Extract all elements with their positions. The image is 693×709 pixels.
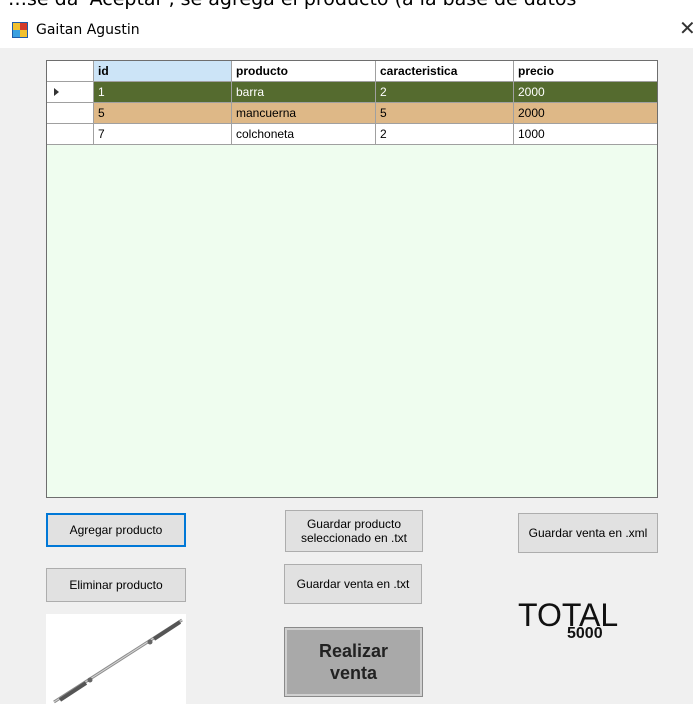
make-sale-label-line2: venta — [329, 663, 378, 683]
cell-producto[interactable]: colchoneta — [232, 124, 376, 144]
make-sale-button[interactable]: Realizar venta — [284, 627, 423, 697]
table-row[interactable]: 1 barra 2 2000 — [47, 82, 657, 103]
table-row[interactable]: 5 mancuerna 5 2000 — [47, 103, 657, 124]
cell-producto[interactable]: barra — [232, 82, 376, 102]
barbell-image — [46, 614, 186, 704]
row-header[interactable] — [47, 124, 94, 144]
cell-caracteristica[interactable]: 2 — [376, 82, 514, 102]
row-pointer-icon — [54, 88, 59, 96]
window-title: Gaitan Agustin — [36, 22, 140, 38]
save-sale-xml-button[interactable]: Guardar venta en .xml — [518, 513, 658, 553]
save-selected-product-txt-button[interactable]: Guardar producto seleccionado en .txt — [285, 510, 423, 552]
close-icon[interactable]: ✕ — [679, 16, 693, 42]
title-bar: Gaitan Agustin ✕ — [0, 12, 693, 48]
table-row[interactable]: 7 colchoneta 2 1000 — [47, 124, 657, 145]
delete-product-button[interactable]: Eliminar producto — [46, 568, 186, 602]
app-icon — [12, 22, 28, 38]
row-header-corner — [47, 61, 94, 81]
save-selected-label-line2: seleccionado en .txt — [300, 531, 408, 545]
column-header-caracteristica[interactable]: caracteristica — [376, 61, 514, 81]
cell-id[interactable]: 5 — [94, 103, 232, 123]
total-value: 5000 — [567, 625, 603, 642]
row-header[interactable] — [47, 103, 94, 123]
cell-caracteristica[interactable]: 2 — [376, 124, 514, 144]
background-text-fragment: …se da 'Aceptar', se agrega el producto … — [0, 0, 693, 12]
cell-id[interactable]: 7 — [94, 124, 232, 144]
grid-header: id producto caracteristica precio — [47, 61, 657, 82]
save-selected-label-line1: Guardar producto — [306, 517, 402, 531]
cell-precio[interactable]: 2000 — [514, 103, 657, 123]
cell-id[interactable]: 1 — [94, 82, 232, 102]
products-grid[interactable]: id producto caracteristica precio 1 barr… — [46, 60, 658, 498]
make-sale-label-line1: Realizar — [318, 641, 389, 661]
add-product-button[interactable]: Agregar producto — [46, 513, 186, 547]
form-client-area: id producto caracteristica precio 1 barr… — [0, 48, 693, 704]
column-header-precio[interactable]: precio — [514, 61, 657, 81]
cell-caracteristica[interactable]: 5 — [376, 103, 514, 123]
cell-precio[interactable]: 2000 — [514, 82, 657, 102]
cell-producto[interactable]: mancuerna — [232, 103, 376, 123]
row-header[interactable] — [47, 82, 94, 102]
column-header-id[interactable]: id — [94, 61, 232, 81]
cell-precio[interactable]: 1000 — [514, 124, 657, 144]
save-sale-txt-button[interactable]: Guardar venta en .txt — [284, 564, 422, 604]
column-header-producto[interactable]: producto — [232, 61, 376, 81]
